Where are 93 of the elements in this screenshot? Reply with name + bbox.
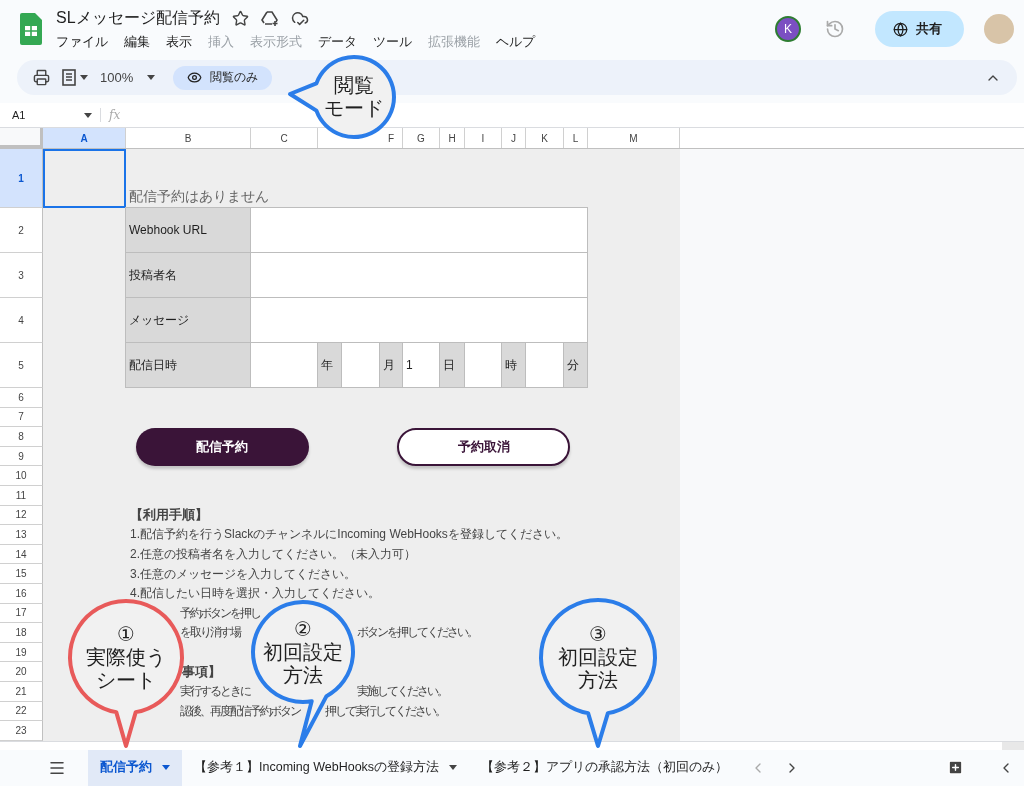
- row-header[interactable]: 18: [0, 623, 43, 643]
- caret-icon: [80, 75, 88, 80]
- menu-item[interactable]: ツール: [373, 32, 419, 51]
- input-field[interactable]: [341, 342, 380, 388]
- eye-icon: [187, 70, 203, 85]
- schedule-button[interactable]: 配信予約: [135, 427, 309, 466]
- share-button[interactable]: 共有: [875, 11, 964, 47]
- row-header[interactable]: 9: [0, 446, 43, 467]
- corner-cell[interactable]: [0, 128, 43, 148]
- input-field[interactable]: [250, 252, 588, 298]
- user-avatar[interactable]: K: [775, 16, 801, 42]
- caret-icon: [147, 75, 156, 80]
- cloud-check-icon[interactable]: [290, 9, 309, 27]
- instruction-text: 2.任意の投稿者名を入力してください。（未入力可）: [130, 546, 416, 564]
- row-header[interactable]: 8: [0, 427, 43, 447]
- menu-item[interactable]: ヘルプ: [496, 32, 542, 51]
- row-header[interactable]: 12: [0, 505, 43, 526]
- format-button[interactable]: [60, 67, 90, 88]
- globe-icon: [893, 21, 908, 37]
- field-label: メッセージ: [125, 297, 251, 343]
- unit-label: 月: [379, 342, 403, 388]
- unit-label: 日: [439, 342, 465, 388]
- history-icon[interactable]: [825, 19, 845, 39]
- callout-text: ③ 初回設定 方法: [558, 622, 638, 692]
- star-icon[interactable]: [231, 9, 249, 27]
- drive-add-icon[interactable]: [260, 9, 279, 27]
- row-header[interactable]: 17: [0, 603, 43, 624]
- row-header[interactable]: 2: [0, 208, 43, 253]
- instruction-text: 予約ボタンを押し: [180, 604, 260, 622]
- cancel-button[interactable]: 予約取消: [397, 427, 570, 466]
- document-title[interactable]: SLメッセージ配信予約: [56, 7, 220, 29]
- row-header[interactable]: 14: [0, 544, 43, 565]
- name-box[interactable]: A1: [12, 109, 92, 121]
- instruction-text: 4.配信したい日時を選択・入力してください。: [130, 585, 380, 603]
- menu-item[interactable]: 編集: [124, 32, 157, 51]
- callout-text: 閲覧 モード: [324, 74, 384, 120]
- instruction-text: 認後、再度配信予約ボタン: [180, 702, 300, 720]
- callout-text: ① 実際使う シート: [86, 622, 166, 692]
- menu-item[interactable]: ファイル: [56, 32, 115, 51]
- input-field[interactable]: [525, 342, 564, 388]
- menu-item[interactable]: 表示: [166, 32, 199, 51]
- input-field[interactable]: [250, 342, 318, 388]
- print-button[interactable]: [31, 67, 52, 88]
- row-header[interactable]: 6: [0, 388, 43, 408]
- column-header[interactable]: A: [43, 128, 126, 148]
- row-header[interactable]: 5: [0, 343, 43, 388]
- zoom-select[interactable]: 100%: [98, 68, 158, 87]
- row-header[interactable]: 19: [0, 642, 43, 663]
- section-heading: 【利用手順】: [130, 506, 208, 525]
- sheets-logo[interactable]: [20, 13, 42, 45]
- instruction-text: 3.任意のメッセージを入力してください。: [130, 565, 356, 583]
- caret-icon: [84, 112, 92, 118]
- instruction-text: 実行するときに: [180, 683, 250, 701]
- view-only-chip[interactable]: 閲覧のみ: [173, 65, 273, 90]
- instruction-text: 押して実行してください。: [325, 702, 445, 720]
- sheet-tab[interactable]: 【参考１】Incoming WebHooksの登録方法: [182, 749, 470, 786]
- unit-label: 分: [563, 342, 588, 388]
- avatar-photo[interactable]: [984, 14, 1014, 44]
- row-header[interactable]: 13: [0, 525, 43, 545]
- field-label: 配信日時: [125, 342, 251, 388]
- unit-label: 時: [501, 342, 526, 388]
- row-header[interactable]: 23: [0, 721, 43, 741]
- row-header[interactable]: 22: [0, 701, 43, 722]
- scrollbar[interactable]: [1002, 741, 1024, 750]
- input-field[interactable]: 1: [402, 342, 440, 388]
- unit-label: 年: [317, 342, 342, 388]
- instruction-text: 実施してください。: [357, 683, 447, 701]
- row-header[interactable]: 15: [0, 564, 43, 584]
- fx-label: fx: [100, 108, 121, 122]
- row-header[interactable]: 4: [0, 298, 43, 343]
- input-field[interactable]: [250, 207, 588, 253]
- row-header[interactable]: 1: [0, 149, 43, 208]
- input-field[interactable]: [250, 297, 588, 343]
- row-header[interactable]: 3: [0, 253, 43, 298]
- input-field[interactable]: [464, 342, 502, 388]
- status-message: 配信予約はありません: [128, 188, 270, 206]
- row-header[interactable]: 11: [0, 485, 43, 506]
- row-header[interactable]: 21: [0, 681, 43, 702]
- field-label: Webhook URL: [125, 207, 251, 253]
- instruction-text: を取り消す場: [180, 624, 240, 642]
- instruction-text: 1.配信予約を行うSlackのチャンネルにIncoming WebHooksを登録してください。: [130, 526, 568, 544]
- instruction-text: ボタンを押してください。: [357, 624, 477, 642]
- menu-item[interactable]: データ: [318, 32, 364, 51]
- section-heading: 事項】: [182, 663, 221, 682]
- field-label: 投稿者名: [125, 252, 251, 298]
- row-header[interactable]: 20: [0, 662, 43, 682]
- row-header[interactable]: 16: [0, 583, 43, 604]
- row-header[interactable]: 10: [0, 466, 43, 486]
- sheet-tab[interactable]: 【参考２】アプリの承認方法（初回のみ）: [469, 749, 741, 786]
- callout-text: ② 初回設定 方法: [263, 617, 343, 687]
- row-header[interactable]: 7: [0, 407, 43, 428]
- selected-cell[interactable]: [43, 149, 126, 208]
- sheet-tab[interactable]: 配信予約: [88, 749, 182, 786]
